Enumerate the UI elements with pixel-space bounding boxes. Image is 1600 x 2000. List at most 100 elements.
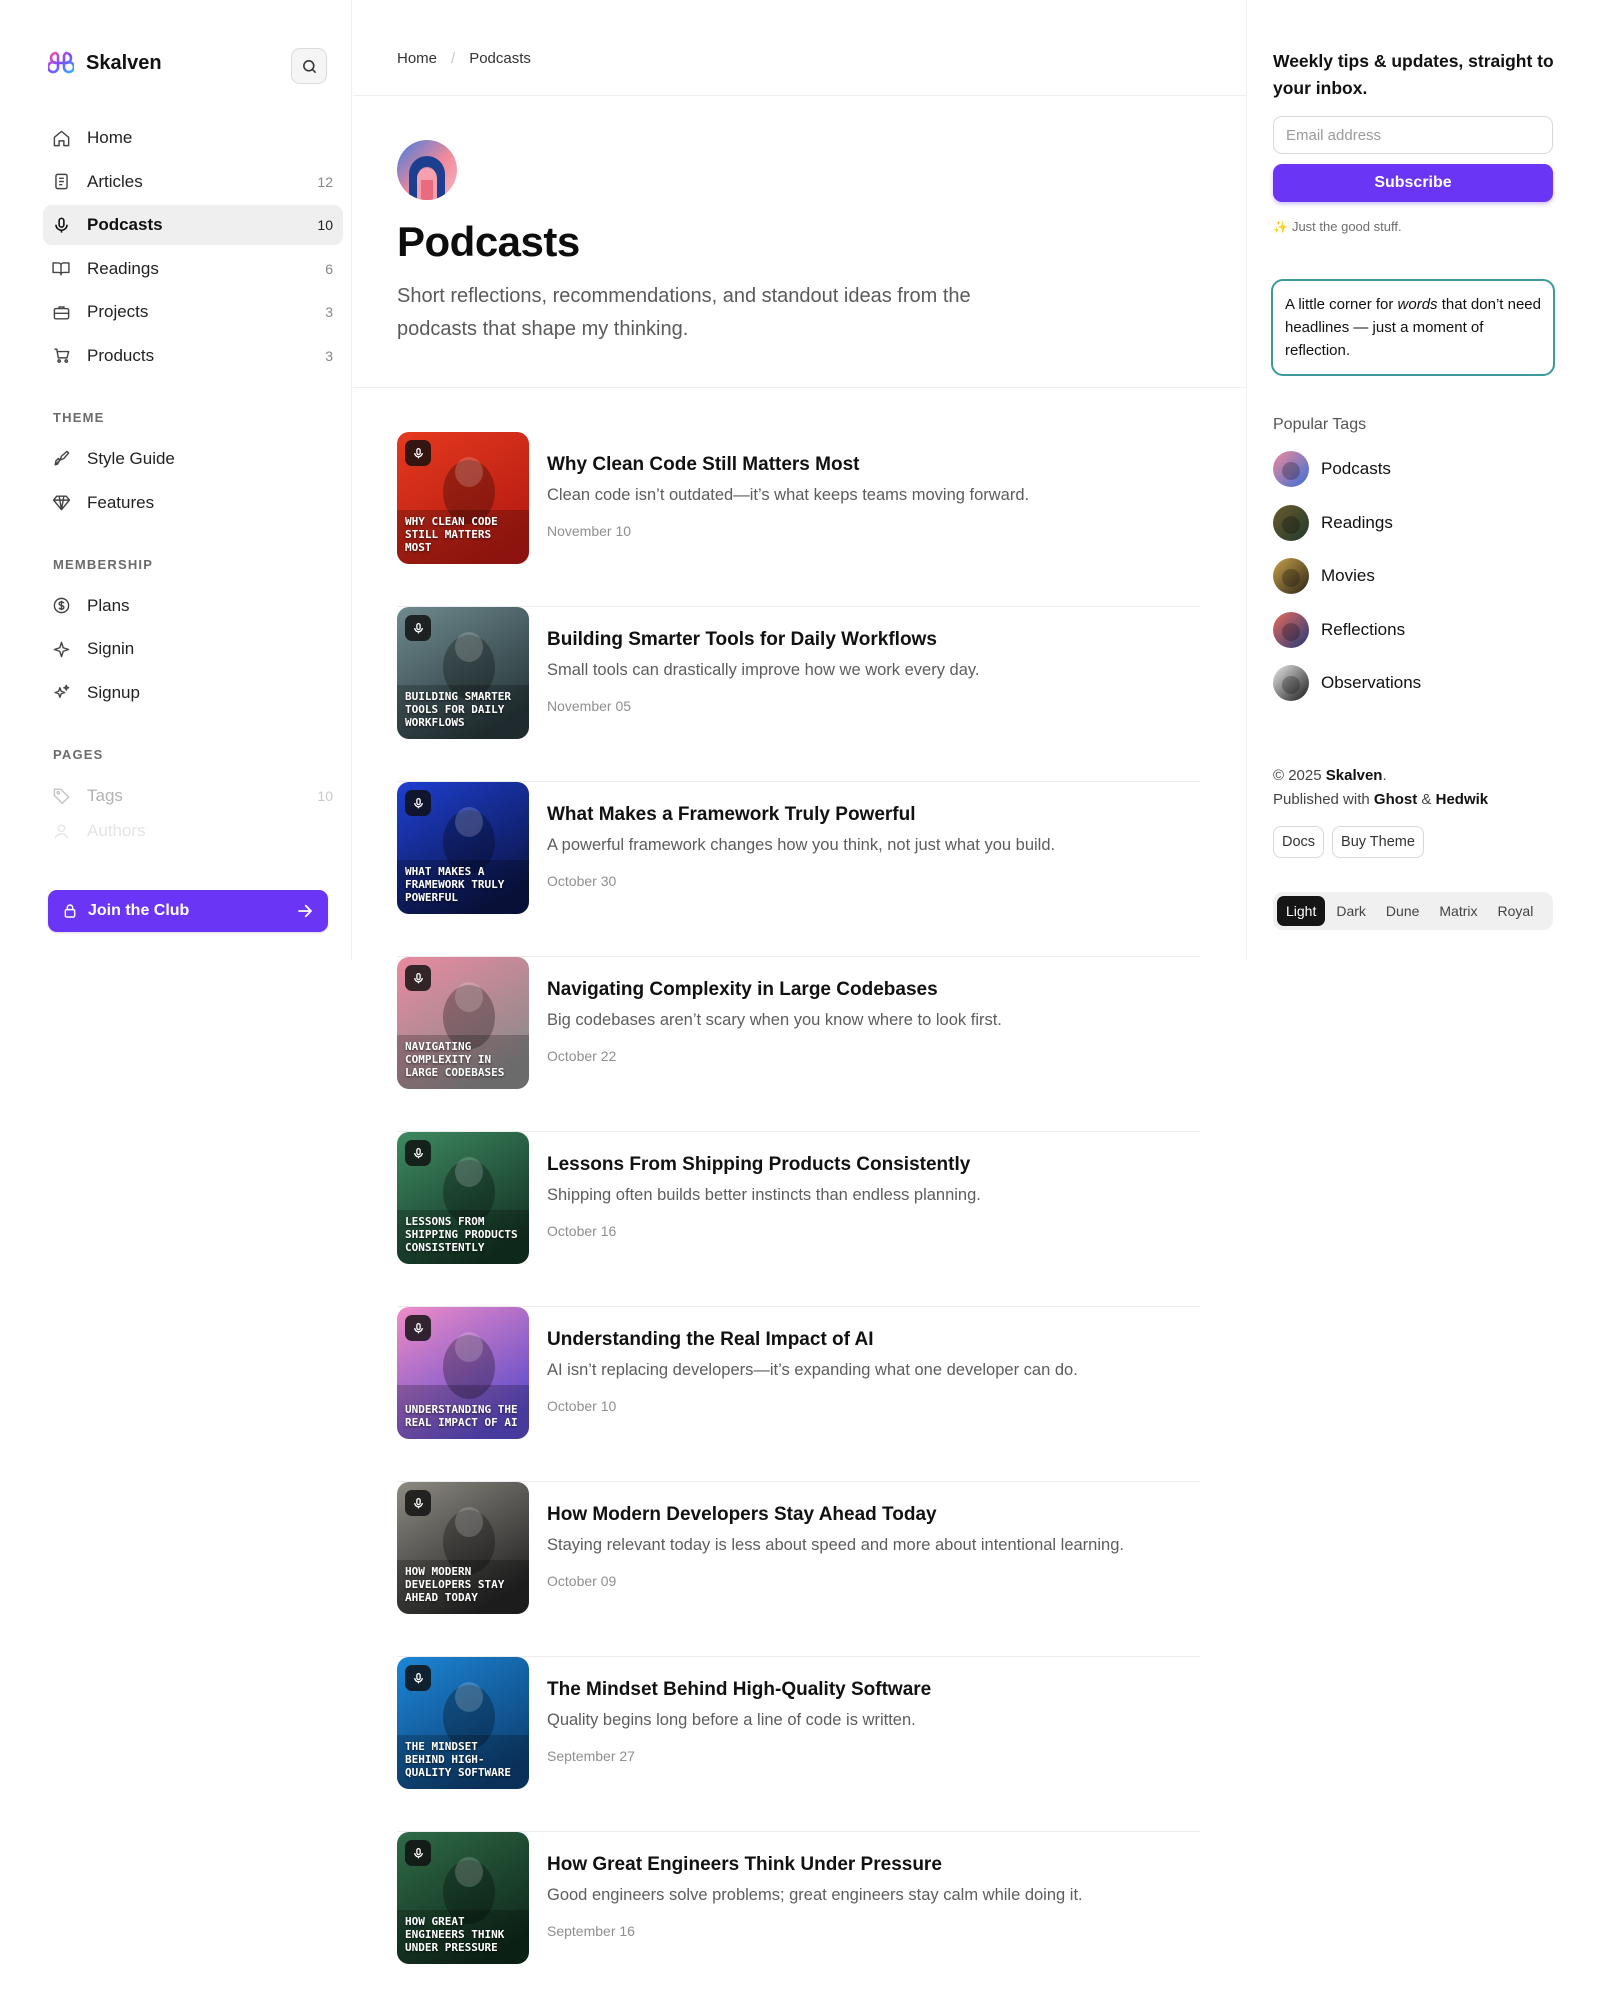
post-item[interactable]: NAVIGATING COMPLEXITY IN LARGE CODEBASES…: [397, 957, 1200, 1132]
podcast-badge: [405, 965, 431, 991]
post-thumbnail[interactable]: WHAT MAKES A FRAMEWORK TRULY POWERFUL: [397, 782, 529, 914]
sidebar-item-features[interactable]: Features: [43, 483, 343, 523]
post-title[interactable]: Understanding the Real Impact of AI: [547, 1329, 1197, 1351]
brand-logo-icon: [48, 51, 74, 74]
sidebar-item-tags[interactable]: Tags 10: [43, 776, 343, 816]
post-title[interactable]: Navigating Complexity in Large Codebases: [547, 979, 1197, 1001]
post-thumbnail[interactable]: WHY CLEAN CODE STILL MATTERS MOST: [397, 432, 529, 564]
tag-item-reflections[interactable]: Reflections: [1273, 611, 1421, 649]
email-field[interactable]: [1273, 116, 1553, 154]
tag-avatar: [1273, 611, 1309, 648]
thumbnail-caption: HOW MODERN DEVELOPERS STAY AHEAD TODAY: [405, 1565, 505, 1604]
published-hedwik-link[interactable]: Hedwik: [1436, 791, 1489, 808]
theme-option-dune[interactable]: Dune: [1377, 896, 1428, 926]
thumbnail-figure-head: [455, 982, 483, 1012]
post-excerpt: Clean code isn’t outdated—it’s what keep…: [547, 486, 1030, 504]
newsletter-title: Weekly tips & updates, straight to your …: [1273, 51, 1554, 98]
sidebar-item-readings[interactable]: Readings 6: [43, 249, 343, 289]
tag-item-movies[interactable]: Movies: [1273, 557, 1421, 595]
breadcrumb: Home / Podcasts: [397, 50, 531, 67]
microphone-icon: [413, 1322, 423, 1333]
buy-theme-link[interactable]: Buy Theme: [1332, 826, 1424, 858]
sidebar-item-projects[interactable]: Projects 3: [43, 292, 343, 332]
arrow-right-icon: [298, 904, 312, 918]
post-date: September 16: [547, 1923, 635, 1939]
theme-option-royal[interactable]: Royal: [1489, 896, 1543, 926]
docs-link[interactable]: Docs: [1273, 826, 1325, 858]
post-title[interactable]: Building Smarter Tools for Daily Workflo…: [547, 629, 1197, 651]
post-thumbnail[interactable]: THE MINDSET BEHIND HIGH-QUALITY SOFTWARE: [397, 1657, 529, 1789]
tag-item-readings[interactable]: Readings: [1273, 504, 1421, 542]
microphone-icon: [413, 447, 423, 458]
sidebar-item-label: Authors: [87, 821, 146, 841]
post-body: Lessons From Shipping Products Consisten…: [547, 1154, 1197, 1239]
tag-avatar-art: [1273, 611, 1309, 648]
post-list: WHY CLEAN CODE STILL MATTERS MOST Why Cle…: [397, 432, 1200, 2000]
post-excerpt: Big codebases aren’t scary when you know…: [547, 1011, 1002, 1029]
sidebar-item-signin[interactable]: Signin: [43, 629, 343, 669]
podcast-badge: [405, 440, 431, 466]
sidebar-item-label: Projects: [87, 302, 149, 322]
lock-icon: [64, 904, 76, 918]
post-thumbnail[interactable]: HOW GREAT ENGINEERS THINK UNDER PRESSURE: [397, 1832, 529, 1964]
tag-label: Readings: [1321, 512, 1393, 532]
post-thumbnail[interactable]: BUILDING SMARTER TOOLS FOR DAILY WORKFLO…: [397, 607, 529, 739]
theme-option-matrix[interactable]: Matrix: [1430, 896, 1486, 926]
post-title[interactable]: What Makes a Framework Truly Powerful: [547, 804, 1197, 826]
post-thumbnail[interactable]: LESSONS FROM SHIPPING PRODUCTS CONSISTEN…: [397, 1132, 529, 1264]
theme-option-dark[interactable]: Dark: [1327, 896, 1375, 926]
post-item[interactable]: WHY CLEAN CODE STILL MATTERS MOST Why Cle…: [397, 432, 1200, 607]
podcast-badge: [405, 1665, 431, 1691]
tag-icon: [51, 786, 71, 806]
post-item[interactable]: HOW MODERN DEVELOPERS STAY AHEAD TODAY Ho…: [397, 1482, 1200, 1657]
post-item[interactable]: HOW GREAT ENGINEERS THINK UNDER PRESSURE…: [397, 1832, 1200, 2000]
post-thumbnail[interactable]: UNDERSTANDING THE REAL IMPACT OF AI: [397, 1307, 529, 1439]
tag-item-observations[interactable]: Observations: [1273, 664, 1421, 702]
sidebar-item-label: Features: [87, 492, 155, 512]
post-date: October 16: [547, 1223, 617, 1239]
thumbnail-figure-head: [455, 632, 483, 662]
post-excerpt: Quality begins long before a line of cod…: [547, 1711, 916, 1729]
sidebar-item-signup[interactable]: Signup: [43, 673, 343, 713]
sidebar-item-authors[interactable]: Authors: [43, 819, 343, 843]
join-club-button[interactable]: Join the Club: [48, 890, 328, 932]
post-item[interactable]: THE MINDSET BEHIND HIGH-QUALITY SOFTWARE…: [397, 1657, 1200, 1832]
post-title[interactable]: How Great Engineers Think Under Pressure: [547, 1854, 1197, 1876]
brand[interactable]: Skalven: [48, 50, 162, 76]
sidebar-item-count: 6: [325, 260, 333, 277]
post-item[interactable]: BUILDING SMARTER TOOLS FOR DAILY WORKFLO…: [397, 607, 1200, 782]
breadcrumb-separator: /: [451, 50, 456, 67]
tag-avatar: [1273, 665, 1309, 701]
post-excerpt: A powerful framework changes how you thi…: [547, 836, 1056, 854]
post-body: How Great Engineers Think Under Pressure…: [547, 1854, 1197, 1939]
copyright-brand[interactable]: Skalven: [1326, 767, 1383, 784]
sidebar-item-articles[interactable]: Articles 12: [43, 162, 343, 202]
post-title[interactable]: Why Clean Code Still Matters Most: [547, 454, 1197, 476]
quote-text-pre: A little corner for: [1285, 296, 1398, 313]
post-item[interactable]: LESSONS FROM SHIPPING PRODUCTS CONSISTEN…: [397, 1132, 1200, 1307]
post-item[interactable]: WHAT MAKES A FRAMEWORK TRULY POWERFUL Wha…: [397, 782, 1200, 957]
section-title-membership: MEMBERSHIP: [53, 556, 154, 572]
breadcrumb-home[interactable]: Home: [397, 50, 437, 67]
sidebar-item-label: Podcasts: [87, 215, 163, 235]
sidebar-item-label: Plans: [87, 595, 130, 615]
sidebar-item-style-guide[interactable]: Style Guide: [43, 439, 343, 479]
post-title[interactable]: The Mindset Behind High-Quality Software: [547, 1679, 1197, 1701]
post-title[interactable]: How Modern Developers Stay Ahead Today: [547, 1504, 1197, 1526]
dollar-icon: [51, 596, 71, 616]
theme-option-light[interactable]: Light: [1277, 896, 1326, 926]
subscribe-button[interactable]: Subscribe: [1273, 164, 1553, 202]
search-button[interactable]: [291, 48, 327, 84]
sidebar-item-label: Home: [87, 128, 133, 147]
tag-item-podcasts[interactable]: Podcasts: [1273, 450, 1421, 488]
post-item[interactable]: UNDERSTANDING THE REAL IMPACT OF AI Under…: [397, 1307, 1200, 1482]
post-thumbnail[interactable]: NAVIGATING COMPLEXITY IN LARGE CODEBASES: [397, 957, 529, 1089]
sidebar-item-podcasts[interactable]: Podcasts 10: [43, 205, 343, 246]
sidebar-item-products[interactable]: Products 3: [43, 336, 343, 376]
sidebar-item-home[interactable]: Home: [43, 118, 343, 158]
post-title[interactable]: Lessons From Shipping Products Consisten…: [547, 1154, 1197, 1176]
page-avatar: [397, 140, 457, 200]
post-thumbnail[interactable]: HOW MODERN DEVELOPERS STAY AHEAD TODAY: [397, 1482, 529, 1614]
sidebar-item-plans[interactable]: Plans: [43, 586, 343, 626]
published-ghost-link[interactable]: Ghost: [1374, 791, 1417, 808]
